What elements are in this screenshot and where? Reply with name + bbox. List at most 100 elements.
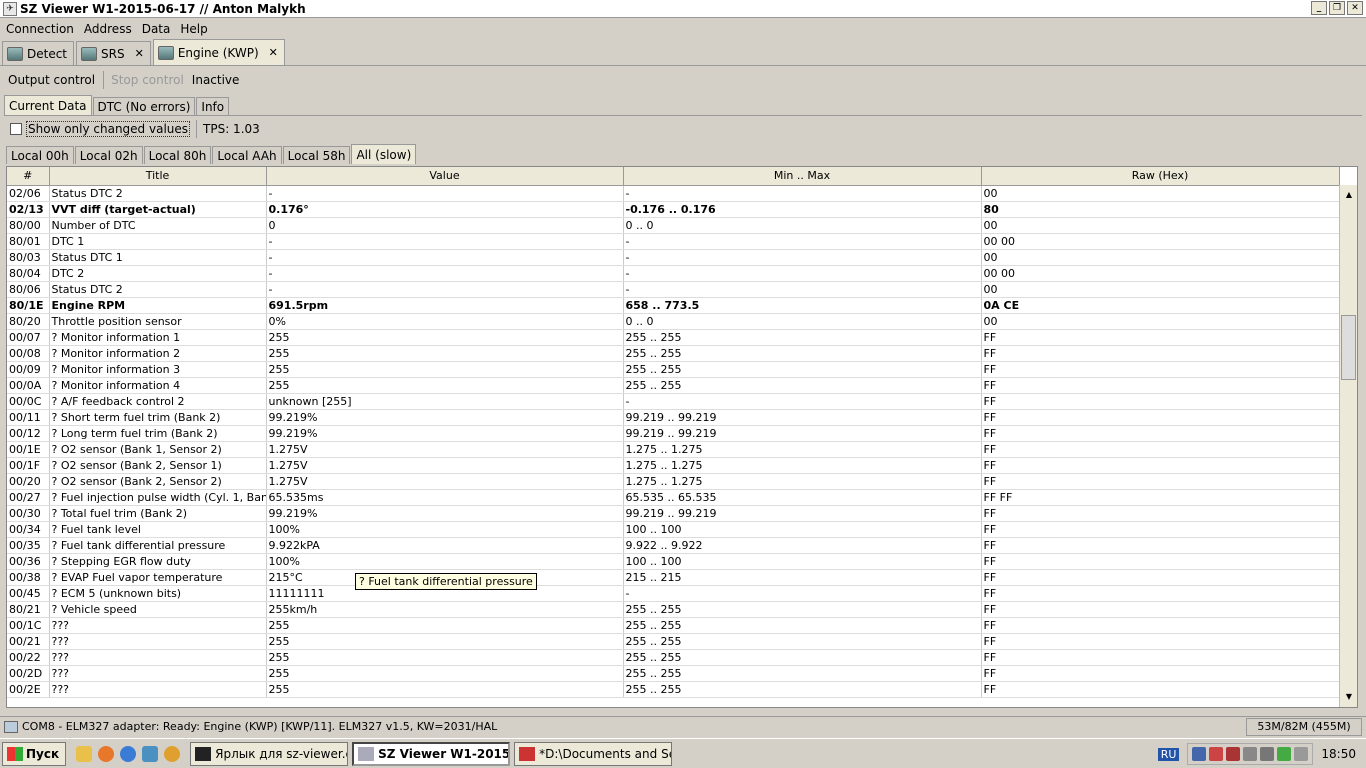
tab-engine-kwp[interactable]: Engine (KWP) ✕ xyxy=(152,39,285,65)
table-row[interactable]: 00/0C? A/F feedback control 2 unknown [25… xyxy=(7,393,1340,410)
cell-id: 02/06 xyxy=(7,185,50,202)
close-button[interactable]: ✕ xyxy=(1347,1,1363,15)
start-button[interactable]: Пуск xyxy=(2,741,67,766)
table-row[interactable]: 80/00 Number of DTC 0 0 .. 0 00 xyxy=(7,217,1340,234)
table-row[interactable]: 00/11? Short term fuel trim (Bank 2) 99.2… xyxy=(7,409,1340,426)
ie-icon[interactable] xyxy=(120,745,137,762)
taskbar-item-label: SZ Viewer W1-2015-0... xyxy=(378,746,511,761)
media-player-icon[interactable] xyxy=(164,745,181,762)
table-row[interactable]: 80/06 Status DTC 2- -00 xyxy=(7,281,1340,298)
cell-raw: 00 xyxy=(981,313,1340,330)
table-row[interactable]: 00/20? O2 sensor (Bank 2, Sensor 2) 1.275… xyxy=(7,473,1340,490)
tab-detect[interactable]: Detect xyxy=(2,41,75,65)
table-row[interactable]: 80/01 DTC 1- -00 00 xyxy=(7,233,1340,250)
volume-icon[interactable] xyxy=(1294,747,1309,761)
browser-icon[interactable] xyxy=(142,745,159,762)
menu-data[interactable]: Data xyxy=(138,22,175,36)
cell-raw: FF xyxy=(981,649,1340,666)
table-row[interactable]: 00/27? Fuel injection pulse width (Cyl. … xyxy=(7,489,1340,506)
table-row[interactable]: 80/1E Engine RPM 691.5rpm 658 .. 773.5 0A CE xyxy=(7,297,1340,314)
output-control-button[interactable]: Output control xyxy=(8,73,95,87)
cell-id: 80/21 xyxy=(7,601,50,618)
column-header-raw[interactable]: Raw (Hex) xyxy=(981,167,1340,186)
cell-minmax: 215 .. 215 xyxy=(623,569,982,586)
column-header-minmax[interactable]: Min .. Max xyxy=(623,167,982,186)
folder-icon[interactable] xyxy=(76,745,93,762)
table-row[interactable]: 00/0A? Monitor information 4 255 255 .. 25… xyxy=(7,377,1340,394)
table-row[interactable]: 00/34? Fuel tank level 100% 100 .. 100 FF xyxy=(7,521,1340,538)
antivirus-icon[interactable] xyxy=(1226,747,1241,761)
table-row[interactable]: 80/21? Vehicle speed 255km/h 255 .. 255 FF xyxy=(7,601,1340,618)
cell-minmax: 100 .. 100 xyxy=(623,521,982,538)
table-row[interactable]: 00/45? ECM 5 (unknown bits) 11111111- FF xyxy=(7,585,1340,602)
table-row[interactable]: 00/22??? 255 255 .. 255 FF xyxy=(7,649,1340,666)
show-changed-checkbox[interactable] xyxy=(10,123,22,135)
column-header-title[interactable]: Title xyxy=(49,167,267,186)
tab-local-58h[interactable]: Local 58h xyxy=(282,146,351,164)
device-icon[interactable] xyxy=(1243,747,1258,761)
cell-raw: FF xyxy=(981,425,1340,442)
stop-control-button[interactable]: Stop control xyxy=(111,73,184,87)
taskbar-item-label: *D:\Documents and Setti... xyxy=(539,746,671,761)
table-row[interactable]: 00/08? Monitor information 2 255 255 .. 25… xyxy=(7,345,1340,362)
table-row[interactable]: 00/21??? 255 255 .. 255 FF xyxy=(7,633,1340,650)
table-row[interactable]: 80/03 Status DTC 1- -00 xyxy=(7,249,1340,266)
cell-raw: 00 xyxy=(981,281,1340,298)
firefox-icon[interactable] xyxy=(98,745,115,762)
taskbar-item-editor[interactable]: *D:\Documents and Setti... xyxy=(514,741,673,766)
table-row[interactable]: 00/35? Fuel tank differential pressure 9.… xyxy=(7,537,1340,554)
taskbar-item-shortcut[interactable]: Ярлык для sz-viewer.exe xyxy=(190,741,349,766)
table-row[interactable]: 80/04 DTC 2- -00 00 xyxy=(7,265,1340,282)
vertical-scrollbar[interactable]: ▲ ▼ xyxy=(1339,185,1357,707)
table-row[interactable]: 02/13 VVT diff (target-actual) 0.176° -0.17… xyxy=(7,201,1340,218)
cell-value: 1.275V xyxy=(266,457,624,474)
table-row[interactable]: 00/07? Monitor information 1 255 255 .. 25… xyxy=(7,329,1340,346)
tab-local-80h[interactable]: Local 80h xyxy=(143,146,212,164)
cell-title: Engine RPM xyxy=(49,297,267,314)
taskbar-item-sz-viewer[interactable]: SZ Viewer W1-2015-0... xyxy=(352,741,511,766)
menu-help[interactable]: Help xyxy=(176,22,211,36)
table-row[interactable]: 00/36? Stepping EGR flow duty 100% 100 .. … xyxy=(7,553,1340,570)
scroll-up-icon[interactable]: ▲ xyxy=(1341,187,1357,203)
language-indicator[interactable]: RU xyxy=(1157,747,1180,761)
sz-viewer-icon xyxy=(358,746,375,761)
show-changed-label[interactable]: Show only changed values xyxy=(26,121,191,137)
table-row[interactable]: 00/1C??? 255 255 .. 255 FF xyxy=(7,617,1340,634)
table-row[interactable]: 00/30? Total fuel trim (Bank 2) 99.219% 99… xyxy=(7,505,1340,522)
tab-local-aah[interactable]: Local AAh xyxy=(212,146,282,164)
table-row[interactable]: 00/2D??? 255 255 .. 255 FF xyxy=(7,665,1340,682)
menu-connection[interactable]: Connection xyxy=(2,22,78,36)
tab-srs[interactable]: SRS ✕ xyxy=(76,41,151,65)
table-row[interactable]: 80/20 Throttle position sensor 0% 0 .. 0 00 xyxy=(7,313,1340,330)
table-row[interactable]: 00/1E? O2 sensor (Bank 1, Sensor 2) 1.275… xyxy=(7,441,1340,458)
table-row[interactable]: 00/12? Long term fuel trim (Bank 2) 99.21… xyxy=(7,425,1340,442)
table-row[interactable]: 00/09? Monitor information 3 255 255 .. 25… xyxy=(7,361,1340,378)
maximize-button[interactable]: ❐ xyxy=(1329,1,1345,15)
column-header-value[interactable]: Value xyxy=(266,167,624,186)
menu-address[interactable]: Address xyxy=(80,22,136,36)
minimize-button[interactable]: _ xyxy=(1311,1,1327,15)
update-icon[interactable] xyxy=(1277,747,1292,761)
cell-title: ? A/F feedback control 2 xyxy=(49,393,267,410)
tab-current-data[interactable]: Current Data xyxy=(4,95,92,115)
tab-dtc[interactable]: DTC (No errors) xyxy=(92,97,196,115)
settings-icon[interactable] xyxy=(1260,747,1275,761)
security-icon[interactable] xyxy=(1209,747,1224,761)
memory-indicator[interactable]: 53M/82M (455M) xyxy=(1246,718,1362,736)
tab-local-00h[interactable]: Local 00h xyxy=(6,146,74,164)
tab-local-02h[interactable]: Local 02h xyxy=(74,146,143,164)
scroll-thumb[interactable] xyxy=(1341,315,1356,380)
close-tab-icon[interactable]: ✕ xyxy=(135,47,144,60)
table-row[interactable]: 00/2E??? 255 255 .. 255 FF xyxy=(7,681,1340,698)
table-row[interactable]: 00/38? EVAP Fuel vapor temperature 215°C 2… xyxy=(7,569,1340,586)
table-row[interactable]: 00/1F? O2 sensor (Bank 2, Sensor 1) 1.275… xyxy=(7,457,1340,474)
network-icon[interactable] xyxy=(1192,747,1207,761)
tab-all-slow[interactable]: All (slow) xyxy=(351,144,417,164)
close-tab-icon[interactable]: ✕ xyxy=(269,46,278,59)
table-row[interactable]: 02/06 Status DTC 2- -00 xyxy=(7,185,1340,202)
cell-id: 00/0C xyxy=(7,393,50,410)
scroll-down-icon[interactable]: ▼ xyxy=(1341,689,1357,705)
column-header-id[interactable]: # xyxy=(7,167,50,186)
tab-info[interactable]: Info xyxy=(196,97,230,115)
cell-title: ??? xyxy=(49,665,267,682)
